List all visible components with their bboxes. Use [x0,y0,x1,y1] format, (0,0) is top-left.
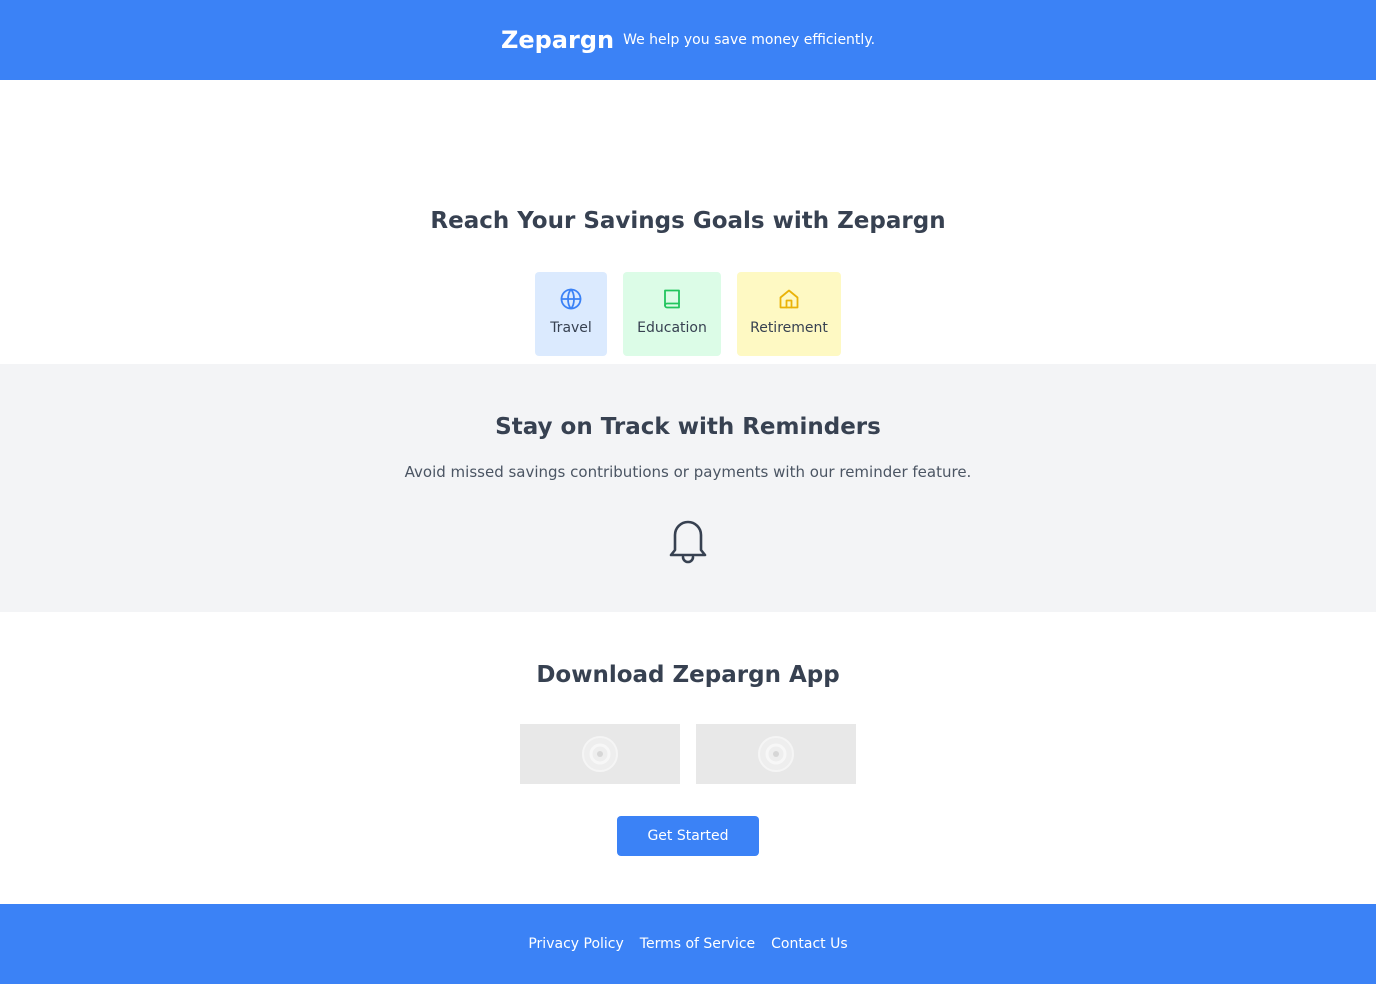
goal-card-education[interactable]: Education [623,272,721,356]
home-icon [779,289,799,309]
store-badges [0,724,1376,784]
goals-title: Reach Your Savings Goals with Zepargn [430,208,946,234]
download-section: Download Zepargn App Get Started [0,612,1376,904]
bell-icon [669,520,707,564]
goal-cards: Travel Education Retirement [0,272,1376,356]
globe-icon [560,288,582,310]
goal-card-retirement[interactable]: Retirement [737,272,841,356]
site-header: Zepargn We help you save money efficient… [0,0,1376,80]
brand-logo[interactable]: Zepargn [501,26,614,54]
contact-us-link[interactable]: Contact Us [771,936,847,952]
reminders-section: Stay on Track with Reminders Avoid misse… [0,364,1376,612]
reminders-description: Avoid missed savings contributions or pa… [404,463,972,481]
book-icon [664,289,680,309]
site-footer: Privacy Policy Terms of Service Contact … [0,904,1376,984]
play-store-badge[interactable] [696,724,856,784]
tagline: We help you save money efficiently. [623,32,876,48]
image-placeholder-icon [758,736,794,772]
app-store-badge[interactable] [520,724,680,784]
image-placeholder-icon [582,736,618,772]
download-title: Download Zepargn App [536,662,840,688]
goal-label-retirement: Retirement [750,320,828,336]
privacy-policy-link[interactable]: Privacy Policy [528,936,623,952]
goal-card-travel[interactable]: Travel [535,272,607,356]
get-started-button[interactable]: Get Started [617,816,759,856]
savings-goals-section: Reach Your Savings Goals with Zepargn Tr… [0,80,1376,396]
reminders-title: Stay on Track with Reminders [495,414,881,440]
goal-label-travel: Travel [550,320,592,336]
goal-label-education: Education [637,320,707,336]
terms-of-service-link[interactable]: Terms of Service [640,936,755,952]
